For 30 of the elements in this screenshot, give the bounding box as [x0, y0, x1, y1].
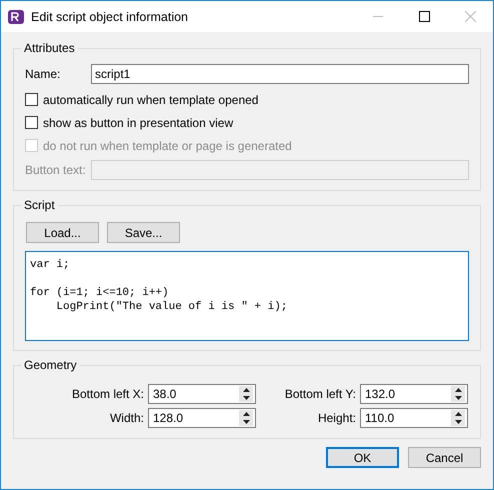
spin-arrows-icon[interactable] — [451, 386, 465, 402]
spin-field[interactable]: 110.0 — [360, 408, 468, 428]
spin-arrows-icon[interactable] — [451, 410, 465, 426]
checkbox-label: automatically run when template opened — [43, 92, 258, 106]
field-label: Button text: — [25, 163, 87, 177]
cancel-button[interactable]: Cancel — [408, 447, 481, 468]
field-label: Bottom left Y: — [284, 387, 356, 401]
name-field[interactable]: script1 — [91, 64, 469, 84]
spin-field[interactable]: 38.0 — [148, 384, 256, 404]
checkbox[interactable] — [25, 93, 38, 106]
field-label: Bottom left X: — [70, 387, 144, 401]
field-label: Name: — [25, 67, 62, 81]
group-title: Script — [21, 198, 58, 212]
load-button[interactable]: Load... — [26, 222, 99, 243]
spin-arrows-icon[interactable] — [239, 386, 253, 402]
checkbox-label: do not run when template or page is generated — [43, 138, 292, 152]
spin-field[interactable]: 132.0 — [360, 384, 468, 404]
field-label: Height: — [316, 411, 356, 425]
code-editor[interactable]: var i; for (i=1; i<=10; i++) LogPrint("The value of i is " + i); — [25, 251, 469, 341]
app-logo-icon — [8, 8, 24, 24]
group-title: Attributes — [21, 41, 78, 55]
field-label: Width: — [108, 411, 144, 425]
checkbox-label: show as button in presentation view — [43, 116, 234, 130]
spin-field[interactable]: 128.0 — [148, 408, 256, 428]
checkbox[interactable] — [25, 116, 38, 129]
save-button[interactable]: Save... — [107, 222, 180, 243]
group-title: Geometry — [21, 358, 80, 372]
window-title: Edit script object information — [31, 10, 190, 24]
spin-arrows-icon[interactable] — [239, 410, 253, 426]
ok-button[interactable]: OK — [326, 447, 399, 468]
